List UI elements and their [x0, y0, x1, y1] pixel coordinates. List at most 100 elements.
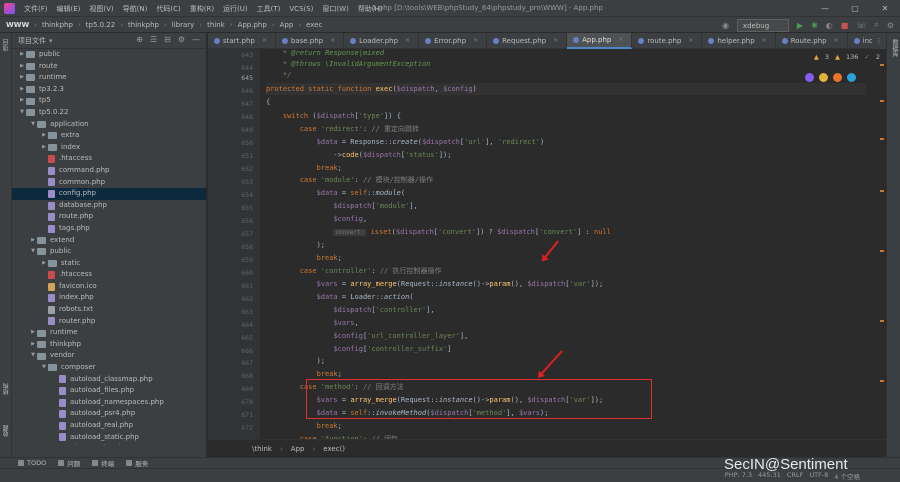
breadcrumb-exec[interactable]: exec [306, 21, 322, 29]
breadcrumb-think[interactable]: think [207, 21, 225, 29]
tree-file[interactable]: autoload_psr4.php [12, 408, 206, 420]
chevron-right-icon[interactable]: ▶ [18, 95, 26, 107]
phpstorm-preview-icon[interactable] [805, 73, 814, 82]
close-icon[interactable]: ✕ [473, 33, 478, 49]
close-icon[interactable]: ✕ [262, 33, 267, 49]
close-icon[interactable]: ✕ [762, 33, 767, 49]
tree-folder[interactable]: ▼ vendor [12, 350, 206, 362]
tree-file[interactable]: index.php [12, 292, 206, 304]
maximize-button[interactable]: ▢ [840, 0, 870, 17]
tab-app-php[interactable]: App.php ✕ [567, 32, 633, 49]
tree-file[interactable]: autoload_static.php [12, 432, 206, 444]
debug-icon[interactable]: ✱ [811, 21, 818, 30]
breadcrumb-thinkphp-2[interactable]: thinkphp [128, 21, 159, 29]
tree-folder[interactable]: ▶ static [12, 258, 206, 270]
breadcrumb-www[interactable]: WWW [6, 21, 29, 29]
tab-list-icon[interactable]: ⋮ [872, 33, 886, 49]
chevron-down-icon[interactable]: ▼ [29, 119, 37, 131]
tab-error-php[interactable]: Error.php ✕ [419, 33, 488, 49]
menu-code[interactable]: 代码(C) [156, 4, 180, 14]
chevron-down-icon[interactable]: ▼ [29, 350, 37, 362]
chevron-down-icon[interactable]: ▼ [40, 362, 48, 374]
todo-tool[interactable]: TODO [18, 459, 46, 467]
tab-request-php[interactable]: Request.php ✕ [487, 33, 568, 49]
close-window-button[interactable]: ✕ [870, 0, 900, 17]
phone-icon[interactable]: ☏ [856, 21, 866, 30]
tree-file[interactable]: ClassLoader.php [12, 443, 206, 445]
tree-folder[interactable]: ▶ runtime [12, 327, 206, 339]
tool-project[interactable]: 项目 [2, 39, 11, 51]
tool-favorites[interactable]: 收藏 [2, 425, 11, 437]
tree-folder[interactable]: ▼ tp5.0.22 [12, 107, 206, 119]
tree-file[interactable]: autoload_classmap.php [12, 374, 206, 386]
minimize-button[interactable]: — [810, 0, 840, 17]
tool-database[interactable]: 数据库 [890, 39, 899, 57]
menu-window[interactable]: 窗口(W) [322, 4, 348, 14]
chevron-right-icon[interactable]: ▶ [18, 61, 26, 73]
menu-edit[interactable]: 编辑(E) [57, 4, 81, 14]
editor-breadcrumb-namespace[interactable]: \think [252, 445, 272, 453]
close-icon[interactable]: ✕ [405, 33, 410, 49]
menu-tools[interactable]: 工具(T) [257, 4, 281, 14]
chevron-right-icon[interactable]: ▶ [40, 142, 48, 154]
editor-breadcrumb-method[interactable]: exec() [323, 445, 345, 453]
problems-tool[interactable]: 问题 [58, 458, 80, 468]
collapse-all-icon[interactable]: ⊟ [164, 35, 171, 44]
menu-run[interactable]: 运行(U) [223, 4, 248, 14]
close-icon[interactable]: ✕ [834, 33, 839, 49]
settings-icon[interactable]: ⚙ [178, 35, 185, 44]
tree-file[interactable]: autoload_namespaces.php [12, 397, 206, 409]
tree-file[interactable]: .htaccess [12, 153, 206, 165]
menu-vcs[interactable]: VCS(S) [289, 5, 313, 13]
tree-file[interactable]: database.php [12, 200, 206, 212]
tree-file[interactable]: common.php [12, 177, 206, 189]
tree-file[interactable]: route.php [12, 211, 206, 223]
tool-structure[interactable]: 结构 [2, 383, 11, 395]
tree-folder[interactable]: ▶ extra [12, 130, 206, 142]
chevron-right-icon[interactable]: ▶ [18, 84, 26, 96]
tree-folder[interactable]: ▶ extend [12, 235, 206, 247]
tab-base-php[interactable]: base.php ✕ [276, 33, 345, 49]
close-icon[interactable]: ✕ [330, 33, 335, 49]
editor-breadcrumb-class[interactable]: App [291, 445, 305, 453]
tree-file[interactable]: autoload_real.php [12, 420, 206, 432]
breadcrumb-thinkphp[interactable]: thinkphp [42, 21, 73, 29]
tree-folder[interactable]: ▶ runtime [12, 72, 206, 84]
breadcrumb-app-class[interactable]: App [280, 21, 294, 29]
tree-file[interactable]: config.php [12, 188, 206, 200]
close-icon[interactable]: ✕ [618, 32, 623, 48]
user-icon[interactable]: ◉ [722, 21, 729, 30]
tab-loader-php[interactable]: Loader.php ✕ [344, 33, 420, 49]
chevron-down-icon[interactable]: ▼ [18, 107, 26, 119]
inspection-widget[interactable]: ▲ 3 ▲ 136 ✓ 2 [814, 53, 880, 61]
error-stripe[interactable] [880, 60, 884, 430]
tree-folder[interactable]: ▼ application [12, 119, 206, 131]
chevron-right-icon[interactable]: ▶ [40, 258, 48, 270]
breadcrumb-tp5022[interactable]: tp5.0.22 [86, 21, 115, 29]
settings-icon[interactable]: ⚙ [887, 21, 894, 30]
tree-file[interactable]: tags.php [12, 223, 206, 235]
chevron-right-icon[interactable]: ▶ [18, 72, 26, 84]
tree-folder[interactable]: ▼ public [12, 246, 206, 258]
chevron-right-icon[interactable]: ▶ [29, 339, 37, 351]
firefox-icon[interactable] [833, 73, 842, 82]
chevron-right-icon[interactable]: ▶ [18, 49, 26, 61]
locate-icon[interactable]: ⊕ [136, 35, 143, 44]
tree-folder[interactable]: ▼ composer [12, 362, 206, 374]
close-icon[interactable]: ✕ [553, 33, 558, 49]
edge-icon[interactable] [847, 73, 856, 82]
tab-route-php[interactable]: route.php ✕ [632, 33, 703, 49]
search-icon[interactable]: ⌕ [874, 20, 878, 30]
chevron-down-icon[interactable]: ▼ [29, 246, 37, 258]
chevron-right-icon[interactable]: ▶ [29, 327, 37, 339]
menu-view[interactable]: 视图(V) [89, 4, 113, 14]
tab-route-php[interactable]: Route.php ✕ [776, 33, 848, 49]
tree-file[interactable]: command.php [12, 165, 206, 177]
services-tool[interactable]: 服务 [126, 458, 148, 468]
expand-all-icon[interactable]: ☰ [150, 35, 157, 44]
menu-refactor[interactable]: 重构(R) [190, 4, 214, 14]
tree-folder[interactable]: ▶ thinkphp [12, 339, 206, 351]
chevron-right-icon[interactable]: ▶ [29, 235, 37, 247]
tab-helper-php[interactable]: helper.php ✕ [702, 33, 776, 49]
breadcrumb-library[interactable]: library [172, 21, 195, 29]
